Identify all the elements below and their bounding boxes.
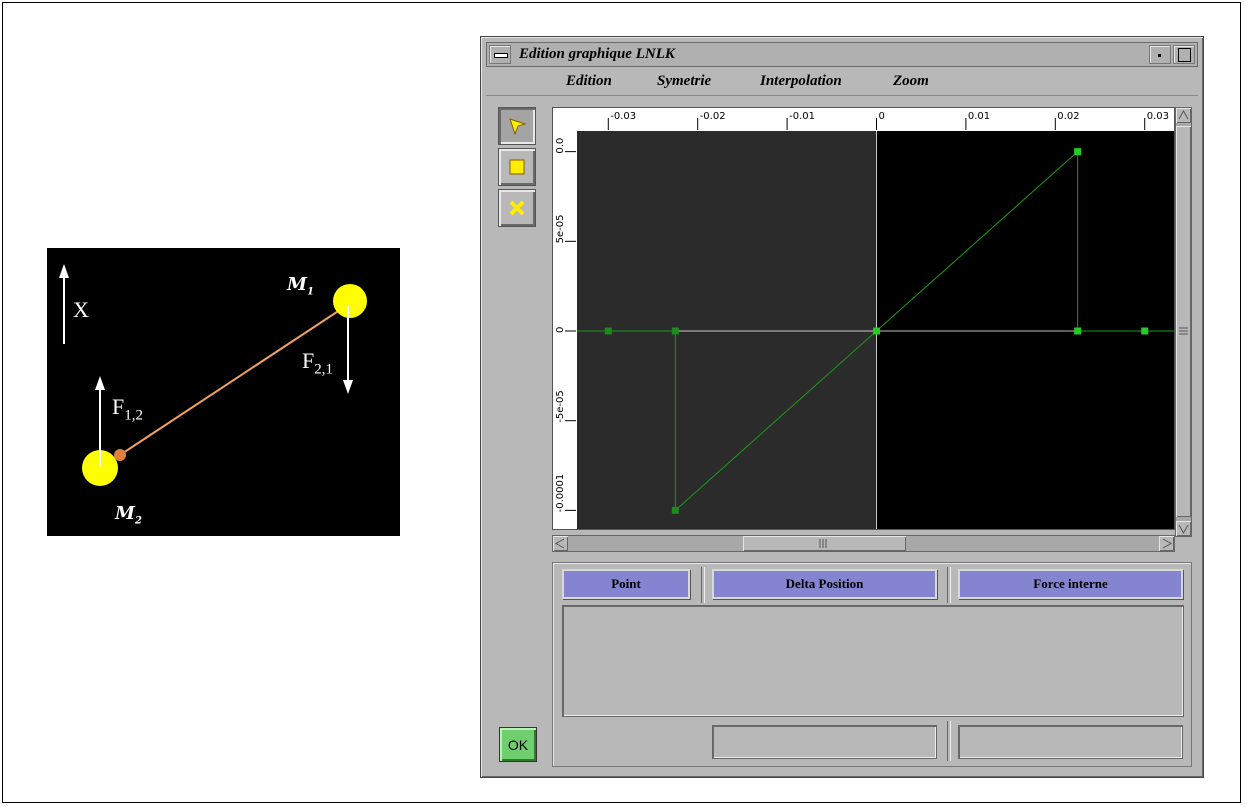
force-displacement-plot[interactable]: -0.03 -0.02 -0.01 0 0.01 0.02 0.03 0.0 5e-05 0 -5… xyxy=(552,107,1175,530)
points-table-panel: Point Delta Position Force interne xyxy=(552,562,1192,767)
control-point xyxy=(1141,327,1149,335)
force-21-arrowhead-icon xyxy=(343,380,353,394)
y-tick-label: -5e-05 xyxy=(555,390,566,422)
window-title: Edition graphique LNLK xyxy=(519,46,675,62)
menubar: Edition Symetrie Interpolation Zoom xyxy=(486,69,1198,96)
grip-lines-icon xyxy=(819,539,827,548)
plot-svg[interactable]: -0.03 -0.02 -0.01 0 0.01 0.02 0.03 0.0 5e-05 0 -5… xyxy=(553,108,1175,530)
force-interne-field[interactable] xyxy=(958,725,1183,759)
y-tick-label: 0.0 xyxy=(555,138,566,154)
force-21-label: F2,1 xyxy=(302,348,333,378)
scroll-down-button[interactable] xyxy=(1176,521,1191,536)
x-tick-label: -0.03 xyxy=(610,111,636,122)
header-point[interactable]: Point xyxy=(562,569,690,599)
scroll-up-button[interactable] xyxy=(1176,108,1191,123)
x-tick-label: 0.03 xyxy=(1147,111,1169,122)
delete-point-tool-button[interactable] xyxy=(498,189,536,227)
menu-symetrie[interactable]: Symetrie xyxy=(657,73,711,90)
points-list[interactable] xyxy=(562,605,1184,717)
column-separator[interactable] xyxy=(947,721,951,761)
spring-attach-point xyxy=(114,449,126,461)
scroll-left-button[interactable] xyxy=(553,536,568,551)
mass-1-circle xyxy=(333,284,367,318)
delete-x-icon xyxy=(509,200,525,216)
spring-line xyxy=(119,301,353,456)
select-tool-button[interactable] xyxy=(498,107,536,145)
vertical-scroll-thumb[interactable] xyxy=(1176,126,1191,517)
lnlk-editor-window: Edition graphique LNLK Edition Symetrie … xyxy=(480,36,1204,778)
mass-2-label: M2 xyxy=(115,503,142,527)
minimize-button[interactable] xyxy=(1149,45,1171,64)
x-tick-label: 0.01 xyxy=(968,111,990,122)
force-12-label: F1,2 xyxy=(112,394,143,424)
x-tick-label: -0.01 xyxy=(789,111,815,122)
scroll-left-icon xyxy=(554,538,565,549)
scroll-down-icon xyxy=(1178,524,1189,535)
window-menu-button[interactable] xyxy=(489,45,511,64)
x-axis-label: X xyxy=(73,297,89,322)
scroll-up-icon xyxy=(1178,109,1189,120)
horizontal-scroll-thumb[interactable] xyxy=(743,536,906,551)
delta-position-field[interactable] xyxy=(712,725,937,759)
scroll-right-icon xyxy=(1162,538,1173,549)
column-separator[interactable] xyxy=(947,567,951,603)
y-tick-label: 5e-05 xyxy=(555,214,566,243)
control-point xyxy=(1074,148,1082,156)
column-separator[interactable] xyxy=(701,567,705,603)
grip-lines-icon xyxy=(1179,327,1188,335)
menu-edition[interactable]: Edition xyxy=(566,73,612,90)
control-point xyxy=(1074,327,1082,335)
menu-zoom[interactable]: Zoom xyxy=(893,73,929,90)
x-axis-arrowhead-icon xyxy=(59,264,69,278)
control-point xyxy=(604,327,612,335)
x-tick-label: -0.02 xyxy=(700,111,726,122)
mass-1-label: M1 xyxy=(287,274,314,298)
vertical-scrollbar[interactable] xyxy=(1175,107,1192,537)
ok-button[interactable]: OK xyxy=(499,727,537,762)
control-point xyxy=(671,506,679,514)
window-titlebar[interactable]: Edition graphique LNLK xyxy=(486,42,1198,67)
diagram-graphics xyxy=(59,264,367,486)
x-tick-label: 0.02 xyxy=(1057,111,1079,122)
y-tick-label: 0 xyxy=(555,327,566,333)
menu-interpolation[interactable]: Interpolation xyxy=(760,73,842,90)
header-force-interne[interactable]: Force interne xyxy=(958,569,1183,599)
arrow-select-icon xyxy=(509,118,527,136)
control-point xyxy=(671,327,679,335)
y-ruler xyxy=(553,108,576,529)
header-delta-position[interactable]: Delta Position xyxy=(712,569,937,599)
scroll-right-button[interactable] xyxy=(1159,536,1174,551)
y-tick-label: -0.0001 xyxy=(555,474,566,513)
x-tick-label: 0 xyxy=(879,111,885,122)
maximize-button[interactable] xyxy=(1173,45,1195,64)
square-point-icon xyxy=(509,159,525,175)
force-12-arrowhead-icon xyxy=(95,376,105,390)
control-point xyxy=(873,327,880,335)
x-ruler xyxy=(553,108,1174,130)
add-point-tool-button[interactable] xyxy=(498,148,536,186)
horizontal-scrollbar[interactable] xyxy=(552,535,1175,552)
spring-mass-diagram: X F2,1 F1,2 M1 M2 xyxy=(47,248,400,536)
